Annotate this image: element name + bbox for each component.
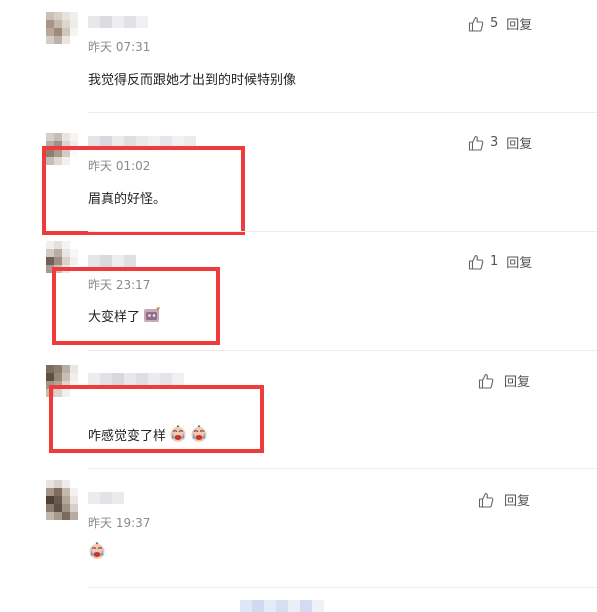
reply-button[interactable]: 回复 bbox=[506, 252, 532, 271]
nickname-blurred[interactable] bbox=[88, 16, 148, 28]
divider bbox=[88, 587, 597, 588]
next-item-blurred bbox=[240, 600, 332, 612]
divider bbox=[88, 112, 597, 113]
comment-text: 我觉得反而跟她才出到的时候特别像 bbox=[88, 69, 297, 88]
nickname-blurred[interactable] bbox=[88, 492, 124, 504]
nickname-blurred[interactable] bbox=[88, 255, 136, 267]
like-reply-group: 3 回复 bbox=[468, 133, 532, 152]
divider bbox=[88, 350, 597, 351]
like-reply-group: 回复 bbox=[478, 371, 530, 390]
thumbs-up-icon[interactable] bbox=[468, 16, 484, 32]
like-reply-group: 1 回复 bbox=[468, 252, 532, 271]
thumbs-up-icon[interactable] bbox=[468, 135, 484, 151]
comment-time: 昨天 07:31 bbox=[88, 40, 151, 54]
comment-text bbox=[88, 541, 106, 561]
reply-button[interactable]: 回复 bbox=[504, 490, 530, 509]
avatar[interactable] bbox=[46, 480, 78, 524]
comment-time: 昨天 19:37 bbox=[88, 516, 151, 530]
reply-button[interactable]: 回复 bbox=[506, 14, 532, 33]
crying-face-icon bbox=[89, 542, 105, 559]
nickname-blurred[interactable] bbox=[88, 373, 184, 385]
like-reply-group: 回复 bbox=[478, 490, 530, 509]
divider bbox=[88, 231, 597, 232]
divider bbox=[88, 468, 597, 469]
thumbs-up-icon[interactable] bbox=[478, 492, 494, 508]
like-count: 5 bbox=[490, 16, 499, 31]
like-reply-group: 5 回复 bbox=[468, 14, 532, 33]
reply-button[interactable]: 回复 bbox=[506, 133, 532, 152]
avatar[interactable] bbox=[46, 12, 78, 44]
reply-button[interactable]: 回复 bbox=[504, 371, 530, 390]
thumbs-up-icon[interactable] bbox=[468, 254, 484, 270]
comment-text-content: 我觉得反而跟她才出到的时候特别像 bbox=[88, 72, 297, 88]
like-count: 3 bbox=[490, 135, 499, 150]
highlight-box bbox=[52, 267, 220, 345]
highlight-box bbox=[42, 146, 245, 235]
thumbs-up-icon[interactable] bbox=[478, 373, 494, 389]
like-count: 1 bbox=[490, 254, 499, 269]
highlight-box bbox=[49, 385, 264, 453]
